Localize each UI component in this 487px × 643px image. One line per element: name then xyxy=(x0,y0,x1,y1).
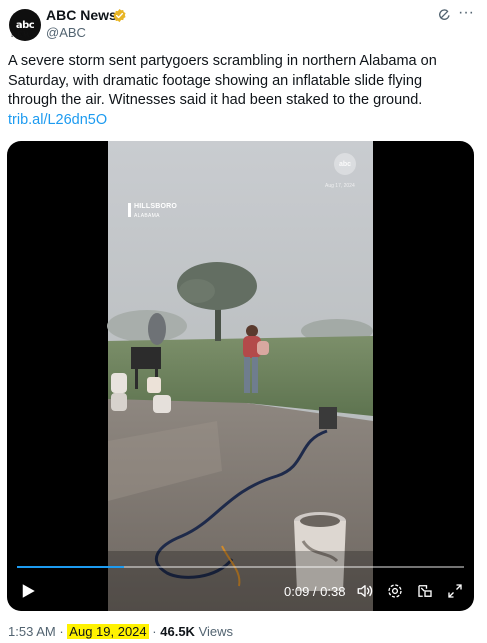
time-total: 0:38 xyxy=(320,584,346,599)
tweet-text-line: through the air. Witnesses said it had b… xyxy=(8,92,423,108)
views-count[interactable]: 46.5K xyxy=(160,624,195,639)
time-readout: 0:09 / 0:38 xyxy=(284,584,346,599)
meta-separator: · xyxy=(59,624,64,639)
location-city-label: HILLSBORO xyxy=(134,203,178,210)
handle[interactable]: @ABC xyxy=(46,25,86,40)
location-pin-icon xyxy=(128,203,131,217)
grok-icon[interactable] xyxy=(436,7,452,23)
avatar-news-label: NEWS xyxy=(11,30,36,39)
video-frame xyxy=(7,141,474,611)
meta-separator: · xyxy=(152,624,157,639)
tweet-text-line: A severe storm sent partygoers scramblin… xyxy=(8,53,437,69)
pip-icon[interactable] xyxy=(416,582,434,600)
time-current: 0:09 xyxy=(284,584,310,599)
tweet-card: abc NEWS ABC News @ABC ··· A severe stor… xyxy=(0,0,487,643)
tweet-date[interactable]: Aug 19, 2024 xyxy=(67,624,149,639)
watermark-logo: abc xyxy=(334,153,356,175)
more-icon[interactable]: ··· xyxy=(458,4,474,22)
tweet-link[interactable]: trib.al/L26dn5O xyxy=(8,112,107,128)
tweet-time[interactable]: 1:53 AM xyxy=(8,624,56,639)
tweet-text: A severe storm sent partygoers scramblin… xyxy=(8,52,478,111)
progress-bar[interactable] xyxy=(17,566,464,568)
verified-badge-icon xyxy=(113,8,126,23)
fullscreen-icon[interactable] xyxy=(446,582,464,600)
avatar-logo-text: abc xyxy=(15,19,35,31)
settings-icon[interactable] xyxy=(386,582,404,600)
progress-fill xyxy=(17,566,125,568)
video-player[interactable]: HILLSBORO ALABAMA abc Aug 17, 2024 0:09 … xyxy=(7,141,474,611)
display-name[interactable]: ABC News xyxy=(46,7,117,23)
location-state-label: ALABAMA xyxy=(134,213,160,219)
tweet-text-line: Saturday, with dramatic footage showing … xyxy=(8,72,423,89)
tweet-metadata: 1:53 AM · Aug 19, 2024 · 46.5K Views xyxy=(8,624,233,639)
volume-icon[interactable] xyxy=(356,582,374,600)
play-icon[interactable] xyxy=(19,582,37,600)
views-label: Views xyxy=(198,624,234,639)
watermark-date: Aug 17, 2024 xyxy=(325,183,355,189)
